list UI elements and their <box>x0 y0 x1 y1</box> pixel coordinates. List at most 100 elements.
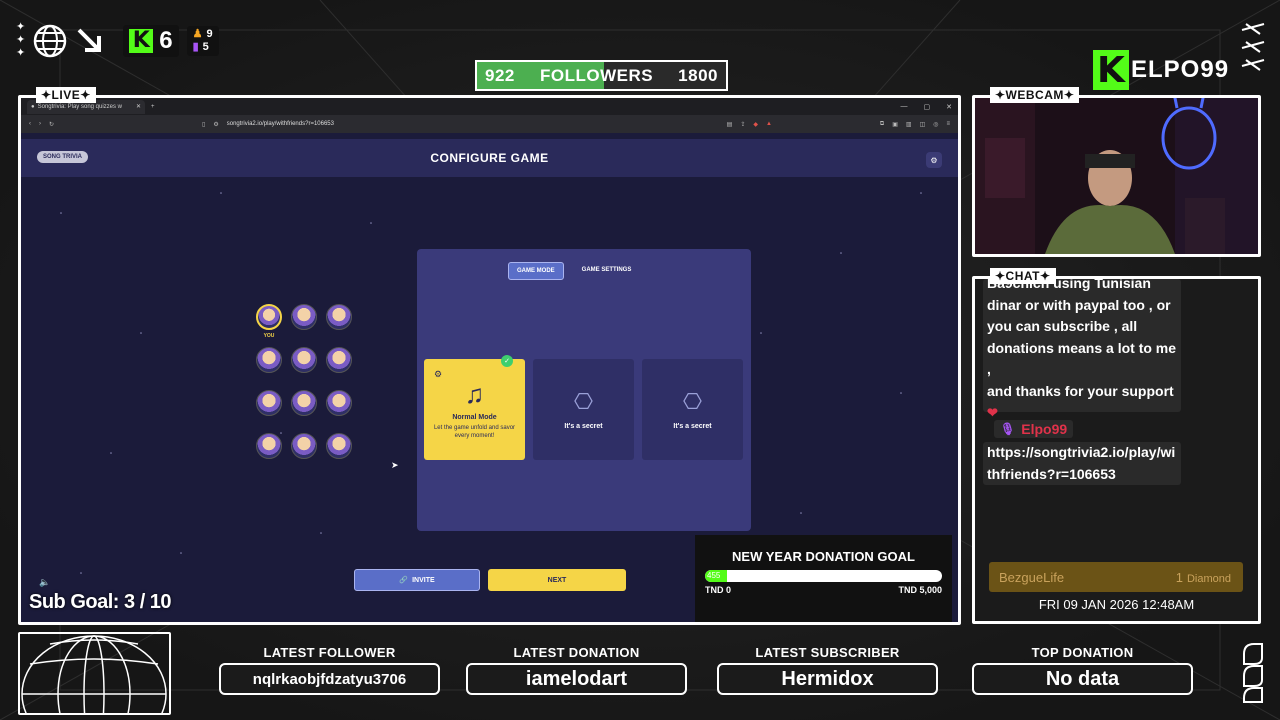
avatar-slot <box>256 433 282 459</box>
live-frame: ● Songtrivia: Play song quizzes w ✕ + — … <box>18 95 961 625</box>
brand-logo: K ELPO99 <box>1093 50 1229 91</box>
chat-line: you can subscribe , all <box>987 318 1138 334</box>
music-notes-icon: ♫ <box>464 379 485 409</box>
link-icon: 🔗 <box>399 577 409 584</box>
webcam-feed <box>972 95 1261 257</box>
bookmark-icon[interactable]: ▯ <box>202 121 205 128</box>
webcam-label: ✦WEBCAM✦ <box>990 87 1080 103</box>
viewers-bottom: 5 <box>202 40 209 53</box>
kick-logo-icon: K <box>129 28 154 53</box>
donation-event: BezgueLife 1 Diamond <box>989 562 1243 592</box>
url-field[interactable]: songtrivia2.io/play/withfriends?r=106653 <box>227 121 687 127</box>
arrow-down-right-icon <box>77 28 102 52</box>
chat-line: and thanks for your support <box>987 382 1174 399</box>
tab-game-mode[interactable]: GAME MODE <box>508 262 564 280</box>
maximize-icon[interactable]: ▢ <box>924 103 931 111</box>
check-icon: ✓ <box>501 355 513 367</box>
followers-goal: 1800 <box>678 65 718 85</box>
sub-goal: Sub Goal: 3 / 10 <box>29 591 172 614</box>
chat-panel: Ba9chich using Tunisian dinar or with pa… <box>972 276 1261 624</box>
chat-line: donations means a lot to me , <box>987 339 1177 378</box>
live-label: ✦LIVE✦ <box>36 87 96 103</box>
avatar-slot <box>326 390 352 416</box>
chat-user-name: Elpo99 <box>1021 421 1068 437</box>
chat-datetime: FRI 09 JAN 2026 12:48AM <box>1038 597 1195 612</box>
viewers-top: 9 <box>206 27 213 40</box>
mode-card-secret[interactable]: ⎔ It's a secret <box>533 359 634 460</box>
shield-icon[interactable]: ◆ <box>753 121 758 128</box>
stat-value: Hermidox <box>717 663 938 695</box>
player-avatars: YOU <box>256 304 352 459</box>
chat-line: dinar or with paypal too , or <box>987 296 1171 313</box>
avatar-slot <box>291 347 317 373</box>
latest-donation: LATEST DONATION iamelodart <box>466 645 687 695</box>
decor-shapes-icon <box>1243 643 1263 703</box>
card-gear-icon[interactable]: ⚙ <box>434 369 442 380</box>
chat-line: https://songtrivia2.io/play/wi <box>987 444 1176 460</box>
donation-max: TND 5,000 <box>898 585 942 595</box>
avatar-slot <box>291 433 317 459</box>
tab-close-icon[interactable]: ✕ <box>136 103 141 110</box>
followers-goal-bar: 922 FOLLOWERS 1800 <box>475 60 728 91</box>
stat-value: nqlrkaobjfdzatyu3706 <box>219 663 440 695</box>
donation-goal-widget: NEW YEAR DONATION GOAL 455 TND 0 TND 5,0… <box>695 535 952 622</box>
mic-icon: 🎙 <box>1000 422 1016 436</box>
site-info-icon[interactable]: ⚙ <box>213 121 218 128</box>
next-button[interactable]: NEXT <box>488 569 626 591</box>
avatar-slot <box>326 347 352 373</box>
avatar-slot <box>291 390 317 416</box>
window-close-icon[interactable]: ✕ <box>946 103 952 111</box>
stat-label: LATEST FOLLOWER <box>263 645 396 660</box>
avatar-slot <box>291 304 317 330</box>
browser-tab-strip: ● Songtrivia: Play song quizzes w ✕ + — … <box>21 98 958 115</box>
speaker-icon[interactable]: 🔈 <box>39 577 50 588</box>
minimize-icon[interactable]: — <box>901 103 908 111</box>
forward-icon[interactable]: › <box>39 121 41 127</box>
kick-follower-count: K 6 <box>123 24 179 57</box>
card-title: Normal Mode <box>452 414 497 421</box>
reload-icon[interactable]: ↻ <box>49 121 54 128</box>
bars-icon: ▮ <box>192 40 199 53</box>
avatar-slot <box>326 433 352 459</box>
mode-card-normal[interactable]: ✓ ⚙ ♫ Normal Mode Let the game unfold an… <box>424 355 525 460</box>
songtrivia-logo[interactable]: SONG TRIVIA <box>37 151 89 163</box>
mouse-cursor-icon: ➤ <box>391 460 399 470</box>
mode-cards: ✓ ⚙ ♫ Normal Mode Let the game unfold an… <box>424 355 743 460</box>
mode-tabs: GAME MODE GAME SETTINGS <box>508 262 639 280</box>
avatar-slot <box>326 304 352 330</box>
followers-current: 922 <box>485 65 515 85</box>
sparkle-cluster-icon <box>1241 23 1265 71</box>
secret-box-icon: ⎔ <box>573 389 594 414</box>
sub-goal-label: Sub Goal: <box>29 591 119 613</box>
wallet-icon[interactable]: ◫ <box>920 121 926 128</box>
screenshot-icon[interactable]: ▣ <box>892 121 898 128</box>
you-label: YOU <box>263 333 275 339</box>
chat-message: Ba9chich using Tunisian dinar or with pa… <box>983 279 1181 420</box>
donation-progress-fill: 455 <box>705 570 727 582</box>
new-tab-icon[interactable]: + <box>151 104 155 110</box>
event-user: BezgueLife <box>999 569 1065 585</box>
menu-icon[interactable]: ≡ <box>946 121 950 128</box>
back-icon[interactable]: ‹ <box>29 121 31 127</box>
mode-card-secret[interactable]: ⎔ It's a secret <box>642 359 743 460</box>
reader-icon[interactable]: ▤ <box>727 121 733 128</box>
vpn-icon[interactable]: ◎ <box>933 121 938 128</box>
chat-message: https://songtrivia2.io/play/wi thfriends… <box>983 442 1181 485</box>
invite-button[interactable]: 🔗 INVITE <box>354 569 480 591</box>
secret-box-icon: ⎔ <box>682 389 703 414</box>
sidebar-icon[interactable]: ▥ <box>906 121 912 128</box>
top-left-icons: ✦ ✦ ✦ K 6 ♟ 9 ▮ 5 <box>16 22 219 59</box>
stat-value: No data <box>972 663 1193 695</box>
share-icon[interactable]: ⇪ <box>740 121 745 128</box>
tab-game-settings[interactable]: GAME SETTINGS <box>574 262 640 280</box>
chat-line: thfriends?r=106653 <box>987 465 1116 482</box>
extensions-icon[interactable]: ⧉ <box>880 121 884 128</box>
avatar-slot <box>256 347 282 373</box>
followers-label: FOLLOWERS <box>539 65 654 85</box>
rewards-icon[interactable]: ▲ <box>766 121 772 128</box>
stat-label: LATEST SUBSCRIBER <box>755 645 900 660</box>
settings-gear-button[interactable]: ⚙ <box>926 152 942 168</box>
globe-wireframe-icon <box>18 632 171 715</box>
chat-label: ✦CHAT✦ <box>990 268 1056 284</box>
chat-username[interactable]: 🎙 Elpo99 <box>994 420 1074 438</box>
